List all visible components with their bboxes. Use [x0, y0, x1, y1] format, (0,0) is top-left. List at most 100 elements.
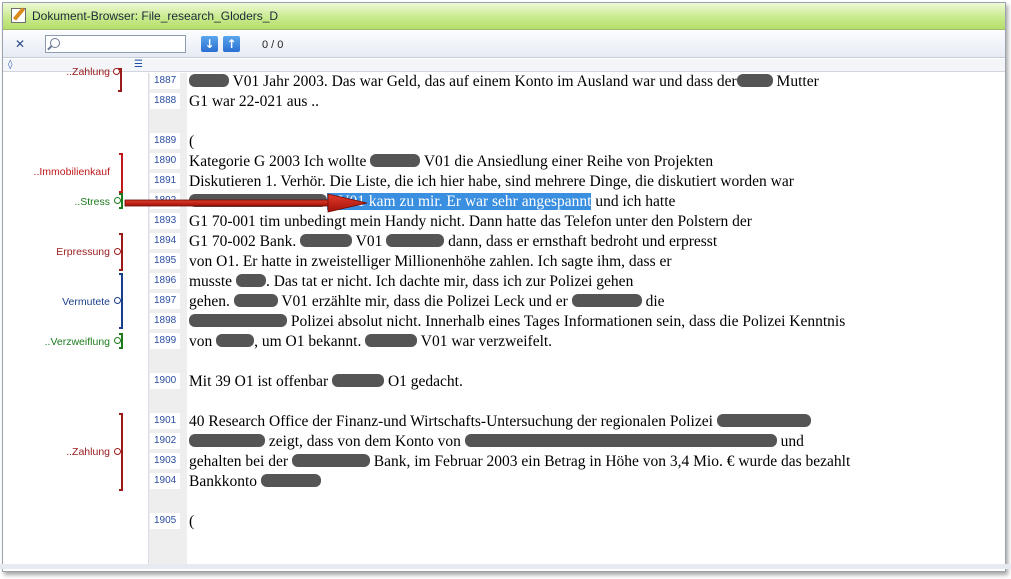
redaction-mark: [260, 474, 321, 487]
text-span: G1 70-001 tim unbedingt mein Handy nicht…: [189, 213, 752, 230]
text-span: , um O1 bekannt.: [254, 333, 366, 350]
text-line[interactable]: V01 Jahr 2003. Das war Geld, das auf ein…: [189, 73, 819, 91]
code-label[interactable]: Erpressung: [0, 246, 110, 258]
code-bracket: [119, 153, 123, 193]
text-line[interactable]: Polizei absolut nicht. Innerhalb eines T…: [189, 313, 845, 331]
text-span: V01 die Ansiedlung einer Reihe von Proje…: [420, 153, 714, 170]
line-number: 1894: [150, 233, 180, 249]
redaction-mark: [300, 234, 353, 247]
window-title: Dokument-Browser: File_research_Gloders_…: [32, 9, 279, 23]
title-bar: Dokument-Browser: File_research_Gloders_…: [3, 3, 1005, 30]
document-edit-icon: [11, 8, 26, 23]
text-line[interactable]: Kategorie G 2003 Ich wollte V01 die Ansi…: [189, 153, 713, 171]
text-line[interactable]: G1 war 22-021 aus ..: [189, 93, 319, 111]
text-line[interactable]: gehen. V01 erzählte mir, dass die Polize…: [189, 293, 665, 311]
text-span: Mutter: [772, 73, 819, 90]
code-label[interactable]: ..Stress: [0, 196, 110, 208]
text-span: dann, dass er ernsthaft bedroht und erpr…: [444, 233, 718, 250]
code-label[interactable]: Vermutete: [0, 296, 110, 308]
text-line[interactable]: (: [189, 513, 194, 531]
line-number: 1899: [150, 333, 180, 349]
code-margin-header: ◊ ☰: [3, 59, 1005, 72]
text-line[interactable]: Mit 39 O1 ist offenbar O1 gedacht.: [189, 373, 463, 391]
line-number: 1897: [150, 293, 180, 309]
line-number: 1900: [150, 373, 180, 389]
redaction-mark: [571, 294, 642, 307]
redaction-mark: [233, 294, 278, 307]
code-dot-icon[interactable]: [113, 68, 120, 75]
text-span: V01 Jahr 2003. Das war Geld, das auf ein…: [229, 73, 737, 90]
line-number: 1889: [150, 133, 180, 149]
code-label[interactable]: ..Immobilienkauf: [0, 166, 110, 178]
search-toolbar: ✕ ↓ ↑ 0 / 0: [3, 31, 1005, 58]
text-span: von O1. Er hatte in zweistelliger Millio…: [189, 253, 672, 270]
line-number: 1902: [150, 433, 180, 449]
redaction-mark: [189, 434, 265, 447]
text-span: und: [776, 433, 804, 450]
code-dot-icon[interactable]: [114, 337, 121, 344]
code-margin: [3, 73, 149, 567]
text-line[interactable]: gehalten bei der Bank, im Februar 2003 e…: [189, 453, 850, 471]
redaction-mark: [365, 334, 418, 347]
text-span: Kategorie G 2003 Ich wollte: [189, 153, 371, 170]
text-line[interactable]: G1 70-001 tim unbedingt mein Handy nicht…: [189, 213, 752, 231]
text-line[interactable]: 40 Research Office der Finanz-und Wirtsc…: [189, 413, 811, 431]
redaction-mark: [291, 454, 370, 467]
list-icon[interactable]: ☰: [134, 59, 143, 70]
redaction-mark: [189, 74, 229, 87]
redaction-mark: [235, 274, 266, 287]
code-label[interactable]: ..Verzweiflung: [0, 336, 110, 348]
line-number: 1895: [150, 253, 180, 269]
text-span: G1 war 22-021 aus ..: [189, 93, 320, 110]
text-span: gehen.: [189, 293, 234, 310]
line-number: 1890: [150, 153, 180, 169]
line-number: 1891: [150, 173, 180, 189]
text-line[interactable]: von , um O1 bekannt. V01 war verzweifelt…: [189, 333, 552, 351]
line-number: 1903: [150, 453, 180, 469]
text-line[interactable]: G1 70-002 Bank. V01 dann, dass er ernsth…: [189, 233, 717, 251]
line-number: 1898: [150, 313, 180, 329]
text-span: Diskutieren 1. Verhör. Die Liste, die ic…: [189, 173, 794, 190]
redaction-mark: [716, 414, 811, 427]
line-number: 1888: [150, 93, 180, 109]
text-span: V01: [352, 233, 387, 250]
redaction-mark: [332, 374, 385, 387]
code-dot-icon[interactable]: [114, 297, 121, 304]
code-dot-icon[interactable]: [114, 197, 121, 204]
search-icon: [50, 38, 60, 48]
code-label[interactable]: ..Zahlung: [0, 66, 110, 78]
text-line[interactable]: Diskutieren 1. Verhör. Die Liste, die ic…: [189, 173, 794, 191]
line-number: 1893: [150, 213, 180, 229]
text-line[interactable]: (: [189, 133, 194, 151]
code-label[interactable]: ..Zahlung: [0, 446, 110, 458]
redaction-mark: [216, 334, 255, 347]
text-span: G1 70-002 Bank.: [189, 233, 301, 250]
redaction-mark: [370, 154, 421, 167]
close-icon[interactable]: ✕: [13, 37, 27, 51]
text-span: gehalten bei der: [189, 453, 292, 470]
previous-up-button[interactable]: ↑: [223, 36, 240, 52]
redaction-mark: [464, 434, 777, 447]
redaction-mark: [386, 234, 445, 247]
match-count: 0 / 0: [262, 39, 284, 51]
text-span: zeigt, dass von dem Konto von: [265, 433, 465, 450]
redaction-mark: [189, 314, 287, 327]
text-line[interactable]: zeigt, dass von dem Konto von und: [189, 433, 804, 451]
code-dot-icon[interactable]: [114, 448, 121, 455]
search-field[interactable]: [45, 35, 186, 53]
text-span: und ich hatte: [591, 193, 676, 210]
code-dot-icon[interactable]: [114, 248, 121, 255]
text-span: V01 war verzweifelt.: [417, 333, 553, 350]
text-span: die: [641, 293, 665, 310]
line-number: 1901: [150, 413, 180, 429]
next-down-button[interactable]: ↓: [201, 36, 218, 52]
horizontal-scrollbar[interactable]: [0, 564, 1011, 569]
text-span: Bankkonto: [189, 473, 261, 490]
text-line[interactable]: Bankkonto: [189, 473, 321, 491]
search-input[interactable]: [64, 37, 182, 51]
text-line[interactable]: von O1. Er hatte in zweistelliger Millio…: [189, 253, 672, 271]
text-line[interactable]: musste . Das tat er nicht. Ich dachte mi…: [189, 273, 633, 291]
text-span: 40 Research Office der Finanz-und Wirtsc…: [189, 413, 717, 430]
redaction-mark: [736, 74, 773, 87]
text-span: von: [189, 333, 217, 350]
